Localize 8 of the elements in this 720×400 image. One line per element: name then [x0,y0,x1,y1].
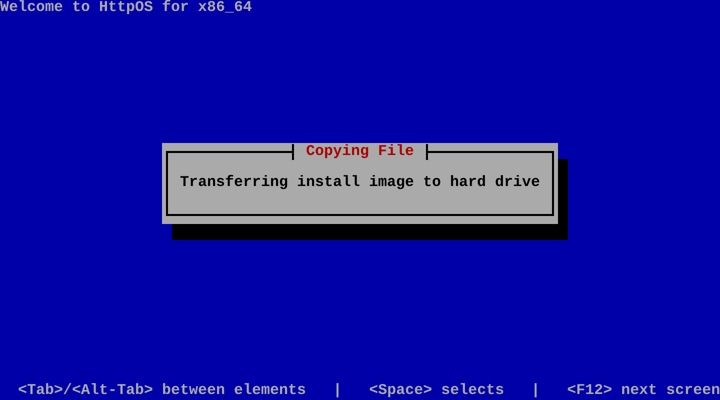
separator: | [333,383,342,399]
help-hint: <Space> selects [369,383,504,399]
separator: | [531,383,540,399]
help-hint: <Tab>/<Alt-Tab> between elements [18,383,306,399]
help-hint: <F12> next screen [567,383,720,399]
welcome-title: Welcome to HttpOS for x86_64 [0,0,252,16]
dialog-message: Transferring install image to hard drive [180,174,540,190]
dialog-title: Copying File [292,144,428,160]
